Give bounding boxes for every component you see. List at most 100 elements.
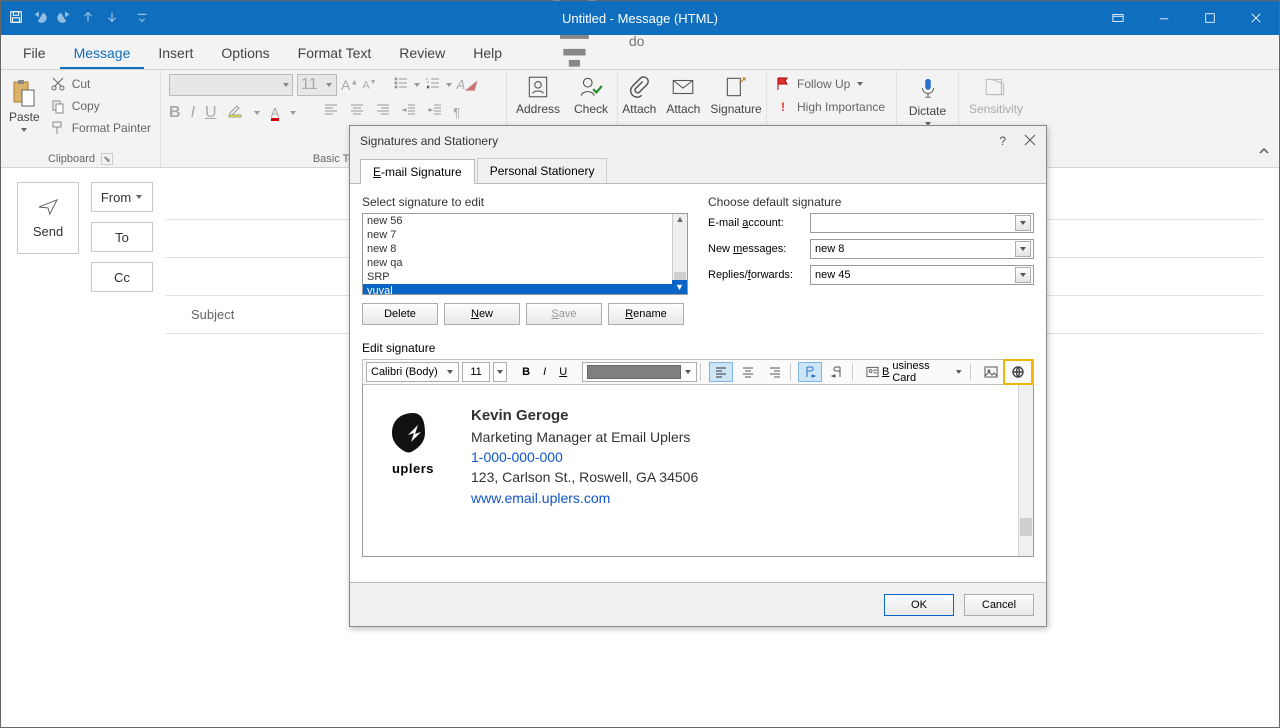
minimize-button[interactable] xyxy=(1141,1,1187,35)
tab-format-text[interactable]: Format Text xyxy=(284,38,386,69)
close-button[interactable] xyxy=(1233,1,1279,35)
high-importance-button[interactable]: !High Importance xyxy=(775,97,888,117)
font-size-combo[interactable]: 11 xyxy=(297,74,337,96)
list-item[interactable]: new qa xyxy=(363,256,687,270)
ok-button[interactable]: OK xyxy=(884,594,954,616)
title-bar: Untitled - Message (HTML) xyxy=(1,1,1279,35)
editor-italic-icon[interactable]: I xyxy=(538,362,551,382)
grow-font-icon[interactable]: A▲ xyxy=(341,77,358,93)
send-button[interactable]: Send xyxy=(17,182,79,254)
shrink-font-icon[interactable]: A▼ xyxy=(362,79,376,92)
tab-insert[interactable]: Insert xyxy=(144,38,207,69)
new-messages-combo[interactable]: new 8 xyxy=(810,239,1034,259)
list-item-selected[interactable]: yuval xyxy=(363,284,687,295)
bold-icon[interactable]: B xyxy=(169,104,181,122)
signature-url[interactable]: www.email.uplers.com xyxy=(471,490,610,506)
down-arrow-icon[interactable] xyxy=(105,10,119,27)
save-button-dialog[interactable]: Save xyxy=(526,303,602,325)
list-item[interactable]: new 56 xyxy=(363,214,687,228)
signature-icon xyxy=(723,74,749,100)
undo-icon[interactable] xyxy=(33,10,47,27)
tab-personal-stationery[interactable]: Personal Stationery xyxy=(477,158,608,183)
color-swatch xyxy=(587,365,681,379)
bullets-icon[interactable] xyxy=(393,75,409,96)
clipboard-launcher-icon[interactable]: ⬊ xyxy=(101,153,113,165)
italic-icon[interactable]: I xyxy=(191,104,195,122)
signature-button[interactable]: Signature xyxy=(710,74,761,116)
listbox-dropdown-icon[interactable]: ▼ xyxy=(672,280,687,294)
pilcrow-icon[interactable]: ¶ xyxy=(453,105,460,120)
numbering-icon[interactable] xyxy=(425,75,441,96)
address-book-icon xyxy=(525,74,551,100)
signature-editor[interactable]: uplers Kevin Geroge Marketing Manager at… xyxy=(362,385,1034,557)
paperclip-icon xyxy=(628,74,650,100)
tab-message[interactable]: Message xyxy=(60,38,145,69)
editor-align-left-icon[interactable] xyxy=(709,362,733,382)
copy-button[interactable]: Copy xyxy=(50,96,151,116)
dialog-help-icon[interactable]: ? xyxy=(999,134,1006,148)
to-button[interactable]: To xyxy=(91,222,153,252)
editor-underline-icon[interactable]: U xyxy=(554,362,572,382)
decrease-indent-icon[interactable] xyxy=(401,102,417,123)
tab-options[interactable]: Options xyxy=(207,38,283,69)
business-card-button[interactable]: Business Card xyxy=(861,362,967,382)
choose-default-label: Choose default signature xyxy=(708,195,1034,209)
cancel-button[interactable]: Cancel xyxy=(964,594,1034,616)
up-arrow-icon[interactable] xyxy=(81,10,95,27)
collapse-ribbon-icon[interactable] xyxy=(1257,144,1271,163)
insert-picture-icon[interactable] xyxy=(979,362,1003,382)
dictate-button[interactable]: Dictate xyxy=(905,74,950,128)
tab-file[interactable]: File xyxy=(9,38,60,69)
list-item[interactable]: new 8 xyxy=(363,242,687,256)
editor-size-combo[interactable]: 11 xyxy=(462,362,491,382)
insert-hyperlink-icon[interactable] xyxy=(1006,362,1030,382)
highlight-icon[interactable] xyxy=(227,102,243,123)
editor-rtl-icon[interactable] xyxy=(825,362,849,382)
editor-font-combo[interactable]: Calibri (Body) xyxy=(366,362,459,382)
clear-format-icon[interactable]: A◢ xyxy=(457,77,476,93)
list-item[interactable]: new 7 xyxy=(363,228,687,242)
editor-ltr-icon[interactable] xyxy=(798,362,822,382)
editor-bold-icon[interactable]: B xyxy=(517,362,535,382)
signature-phone[interactable]: 1-000-000-000 xyxy=(471,449,563,465)
rename-button[interactable]: Rename xyxy=(608,303,684,325)
tab-help[interactable]: Help xyxy=(459,38,516,69)
from-button[interactable]: From xyxy=(91,182,153,212)
editor-align-center-icon[interactable] xyxy=(736,362,760,382)
save-icon[interactable] xyxy=(9,10,23,27)
cc-button[interactable]: Cc xyxy=(91,262,153,292)
editor-color-combo[interactable] xyxy=(582,362,697,382)
qat-customize-icon[interactable] xyxy=(135,10,149,27)
underline-icon[interactable]: U xyxy=(205,104,217,122)
redo-icon[interactable] xyxy=(57,10,71,27)
attach-file-button[interactable]: Attach xyxy=(622,74,656,116)
align-left-icon[interactable] xyxy=(323,102,339,123)
ribbon-display-icon[interactable] xyxy=(1095,1,1141,35)
maximize-button[interactable] xyxy=(1187,1,1233,35)
format-painter-button[interactable]: Format Painter xyxy=(50,118,151,138)
font-color-icon[interactable]: A xyxy=(271,105,280,121)
delete-button[interactable]: Delete xyxy=(362,303,438,325)
dialog-close-icon[interactable] xyxy=(1024,134,1036,149)
editor-scrollbar[interactable] xyxy=(1018,385,1033,556)
follow-up-button[interactable]: Follow Up xyxy=(775,74,888,94)
cut-button[interactable]: Cut xyxy=(50,74,151,94)
edit-signature-label: Edit signature xyxy=(362,341,1034,355)
new-button[interactable]: New xyxy=(444,303,520,325)
email-account-combo[interactable] xyxy=(810,213,1034,233)
increase-indent-icon[interactable] xyxy=(427,102,443,123)
check-names-button[interactable]: Check xyxy=(574,74,608,116)
attach-item-button[interactable]: Attach xyxy=(666,74,700,116)
tab-email-signature[interactable]: E-mail Signature xyxy=(360,159,475,184)
font-name-combo[interactable] xyxy=(169,74,293,96)
address-book-button[interactable]: Address xyxy=(516,74,560,116)
signature-listbox[interactable]: new 56 new 7 new 8 new qa SRP yuval ▲▼ ▼ xyxy=(362,213,688,295)
tab-review[interactable]: Review xyxy=(385,38,459,69)
editor-align-right-icon[interactable] xyxy=(763,362,787,382)
editor-size-dd[interactable] xyxy=(493,362,507,382)
align-right-icon[interactable] xyxy=(375,102,391,123)
paste-button[interactable]: Paste xyxy=(9,78,40,134)
list-item[interactable]: SRP xyxy=(363,270,687,284)
replies-forwards-combo[interactable]: new 45 xyxy=(810,265,1034,285)
align-center-icon[interactable] xyxy=(349,102,365,123)
